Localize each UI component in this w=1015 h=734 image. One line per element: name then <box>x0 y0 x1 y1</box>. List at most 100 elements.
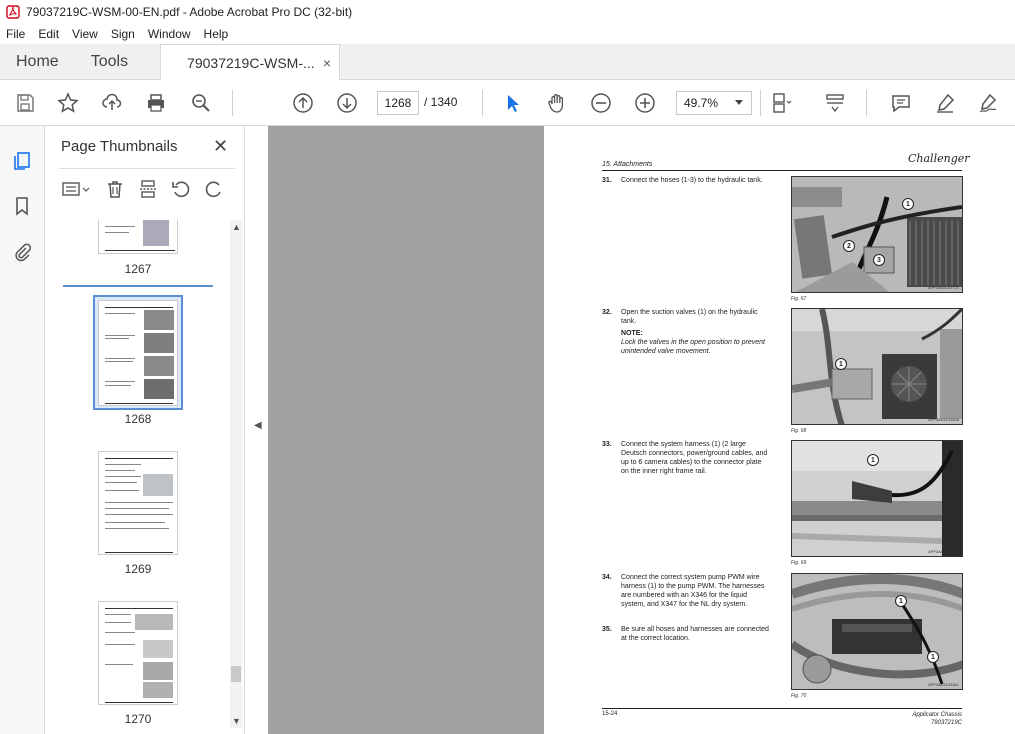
options-menu-icon[interactable] <box>59 177 94 201</box>
figure-68: 1 APF3AD1103848 <box>791 308 963 425</box>
step-text: Connect the system harness (1) (2 large … <box>621 441 768 475</box>
upload-icon[interactable] <box>99 90 125 116</box>
pump-harness-photo <box>792 574 962 689</box>
footer-manual-name: Applicator Chassis <box>912 712 962 718</box>
step-text: Connect the correct system pump PWM wire… <box>621 574 765 608</box>
menu-view[interactable]: View <box>72 27 98 41</box>
step-31: 31. Connect the hoses (1-3) to the hydra… <box>602 176 782 196</box>
highlight-pen-icon[interactable] <box>932 90 958 116</box>
comment-icon[interactable] <box>888 90 914 116</box>
figure-code: APF3AD1103639 <box>928 549 959 554</box>
figure-code: APF3AD1103461 <box>928 682 959 687</box>
thumbnail-label-1269: 1269 <box>124 562 152 576</box>
bookmark-star-icon[interactable] <box>55 90 81 116</box>
step-number: 34. <box>602 574 612 581</box>
figure-67: 1 2 3 APF3AD1103721 <box>791 176 963 293</box>
zoom-search-icon[interactable] <box>188 90 214 116</box>
thumbnail-separator <box>63 285 213 287</box>
figure-caption: Fig. 68 <box>791 428 807 434</box>
menu-window[interactable]: Window <box>148 27 191 41</box>
step-35: 35. Be sure all hoses and harnesses are … <box>602 625 782 645</box>
page-thumbnails-icon[interactable] <box>10 148 34 172</box>
scroll-up-icon[interactable]: ▲ <box>232 222 241 232</box>
callout-1-second: 1 <box>927 651 939 663</box>
next-page-icon[interactable] <box>334 90 360 116</box>
previous-page-icon[interactable] <box>290 90 316 116</box>
thumbnail-1270[interactable] <box>98 601 178 705</box>
step-number: 32. <box>602 309 612 316</box>
page-thumbnails-panel: Page Thumbnails ✕ 1267 1268 1269 1270 <box>45 126 245 734</box>
scrollbar-thumb[interactable] <box>231 666 241 682</box>
tab-home[interactable]: Home <box>0 44 75 79</box>
zoom-in-icon[interactable] <box>632 90 658 116</box>
page-footer-title: Applicator Chassis 79037219C <box>884 711 962 727</box>
figure-code: APF3AD1103848 <box>928 417 959 422</box>
step-text: Open the suction valves (1) on the hydra… <box>621 309 758 325</box>
menu-sign[interactable]: Sign <box>111 27 135 41</box>
page-display-icon[interactable] <box>768 90 794 116</box>
step-text: Connect the hoses (1-3) to the hydraulic… <box>621 177 763 184</box>
figure-caption: Fig. 69 <box>791 560 807 566</box>
scroll-down-icon[interactable]: ▼ <box>232 716 241 726</box>
title-bar: 79037219C-WSM-00-EN.pdf - Adobe Acrobat … <box>0 0 1015 24</box>
thumbnail-label-1268: 1268 <box>124 412 152 426</box>
figure-caption: Fig. 70 <box>791 693 807 699</box>
callout-1: 1 <box>895 595 907 607</box>
acrobat-icon <box>6 5 20 19</box>
thumbnail-1268[interactable] <box>98 300 178 406</box>
zoom-out-icon[interactable] <box>588 90 614 116</box>
rotate-counterclockwise-icon[interactable] <box>168 177 193 201</box>
print-icon[interactable] <box>143 90 169 116</box>
sign-pen-icon[interactable] <box>975 90 1001 116</box>
tab-document[interactable]: 79037219C-WSM-... × <box>160 44 341 81</box>
toolbar: 1268 / 1340 49.7% <box>0 80 1015 126</box>
rotate-clockwise-icon[interactable] <box>202 177 227 201</box>
zoom-level-value: 49.7% <box>684 96 719 110</box>
select-cursor-icon[interactable] <box>500 90 526 116</box>
step-34: 34. Connect the correct system pump PWM … <box>602 573 782 619</box>
chevron-down-icon <box>735 100 743 105</box>
collapse-panel-icon[interactable]: ◀ <box>254 420 262 431</box>
page-total: / 1340 <box>424 95 458 109</box>
menu-help[interactable]: Help <box>204 27 229 41</box>
callout-2: 2 <box>843 240 855 252</box>
hand-tool-icon[interactable] <box>544 90 570 116</box>
tab-tools[interactable]: Tools <box>75 44 144 79</box>
menu-file[interactable]: File <box>6 27 25 41</box>
zoom-level-select[interactable]: 49.7% <box>676 91 752 115</box>
step-number: 33. <box>602 441 612 448</box>
thumbnail-label-1267: 1267 <box>124 262 152 276</box>
tab-bar: Home Tools 79037219C-WSM-... × <box>0 44 1015 81</box>
thumbnail-scrollbar[interactable]: ▲ ▼ <box>230 220 242 728</box>
brand-logo: Challenger <box>908 152 970 165</box>
insert-page-icon[interactable] <box>135 177 160 201</box>
attachments-icon[interactable] <box>10 240 34 264</box>
menu-edit[interactable]: Edit <box>38 27 59 41</box>
save-icon[interactable] <box>12 90 38 116</box>
menu-bar: File Edit View Sign Window Help <box>0 24 1015 44</box>
panel-title: Page Thumbnails <box>61 138 178 155</box>
close-panel-icon[interactable]: ✕ <box>213 136 228 157</box>
callout-1: 1 <box>835 358 847 370</box>
delete-page-icon[interactable] <box>102 177 127 201</box>
page-number-input[interactable]: 1268 <box>377 91 419 115</box>
step-32: 32. Open the suction valves (1) on the h… <box>602 308 782 368</box>
suction-valves-photo <box>792 309 962 424</box>
document-page: 15. Attachments Challenger 31. Connect t… <box>544 126 1015 734</box>
step-33: 33. Connect the system harness (1) (2 la… <box>602 440 782 490</box>
thumbnail-label-1270: 1270 <box>124 712 152 726</box>
figure-code: APF3AD1103721 <box>928 285 959 290</box>
footer-part-number: 79037219C <box>930 720 962 726</box>
thumbnail-1269[interactable] <box>98 451 178 555</box>
page-footer-number: 15-24 <box>602 711 618 717</box>
thumbnail-1267[interactable] <box>98 220 178 254</box>
note-text: Lock the valves in the open position to … <box>621 339 765 355</box>
figure-70: 1 1 APF3AD1103461 <box>791 573 963 690</box>
hydraulic-tank-photo <box>792 177 962 292</box>
figure-69: 1 APF3AD1103639 <box>791 440 963 557</box>
step-number: 35. <box>602 626 612 633</box>
close-tab-icon[interactable]: × <box>323 55 331 71</box>
scrolling-mode-icon[interactable] <box>822 90 848 116</box>
bookmarks-icon[interactable] <box>10 194 34 218</box>
note-label: NOTE: <box>621 330 643 337</box>
